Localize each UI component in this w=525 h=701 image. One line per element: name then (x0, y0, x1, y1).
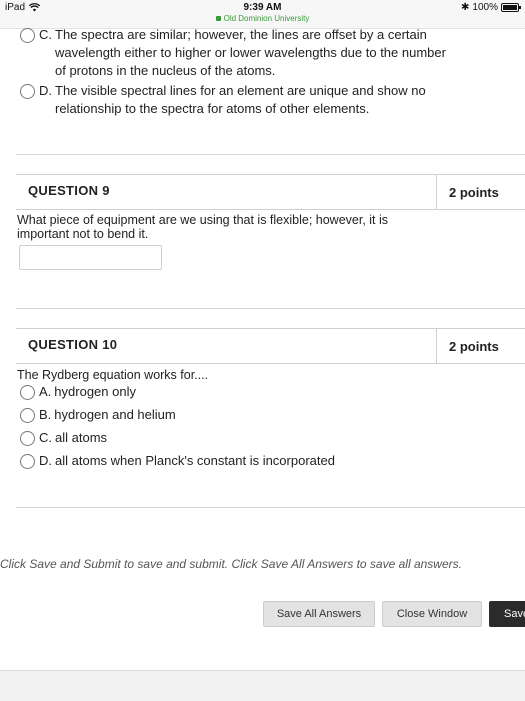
battery-icon (501, 3, 521, 12)
option-letter: A. (39, 384, 52, 399)
option-text: hydrogen and helium (54, 407, 176, 422)
radio-button[interactable] (20, 431, 35, 446)
option-letter: D. (39, 83, 52, 98)
save-all-answers-button[interactable]: Save All Answers (263, 601, 375, 627)
question-points: 2 points (449, 185, 499, 200)
bluetooth-icon: ✱ (461, 2, 470, 13)
divider (16, 154, 525, 155)
address-bar[interactable]: Old Dominion University (0, 14, 525, 23)
option-text: The visible spectral lines for an elemen… (55, 83, 426, 116)
status-bar: iPad 9:39 AM Old Dominion University ✱ 1… (0, 0, 525, 29)
option-a[interactable]: A. hydrogen only (20, 383, 440, 401)
radio-button[interactable] (20, 385, 35, 400)
option-d[interactable]: D. all atoms when Planck's constant is i… (20, 452, 460, 470)
site-name: Old Dominion University (223, 14, 310, 23)
option-letter: D. (39, 453, 52, 468)
option-text: all atoms when Planck's constant is inco… (55, 453, 335, 468)
option-c[interactable]: C. The spectra are similar; however, the… (20, 26, 460, 80)
option-letter: C. (39, 27, 52, 42)
radio-button[interactable] (20, 28, 35, 43)
option-text: all atoms (55, 430, 108, 445)
question-9-header: QUESTION 9 2 points S (16, 174, 525, 210)
option-letter: B. (39, 407, 52, 422)
radio-button[interactable] (20, 454, 35, 469)
save-and-submit-button[interactable]: Save (489, 601, 525, 627)
option-d[interactable]: D. The visible spectral lines for an ele… (20, 82, 440, 118)
option-text: The spectra are similar; however, the li… (55, 27, 446, 78)
question-10-header: QUESTION 10 2 points S (16, 328, 525, 364)
option-c[interactable]: C. all atoms (20, 429, 440, 447)
answer-input[interactable] (19, 245, 162, 270)
status-right: ✱ 100% (461, 2, 521, 13)
divider (16, 308, 525, 309)
option-letter: C. (39, 430, 52, 445)
points-box: 2 points (436, 328, 525, 364)
divider (16, 507, 525, 508)
question-text: What piece of equipment are we using tha… (17, 213, 389, 241)
radio-button[interactable] (20, 408, 35, 423)
option-b[interactable]: B. hydrogen and helium (20, 406, 440, 424)
close-window-button[interactable]: Close Window (382, 601, 482, 627)
radio-button[interactable] (20, 84, 35, 99)
option-text: hydrogen only (54, 384, 136, 399)
bottom-bar (0, 670, 525, 701)
question-text: The Rydberg equation works for.... (17, 368, 209, 382)
lock-icon (215, 16, 221, 21)
battery-percent: 100% (472, 2, 498, 13)
instructions-note: Click Save and Submit to save and submit… (0, 557, 462, 571)
status-time: 9:39 AM (243, 2, 282, 13)
question-title: QUESTION 10 (28, 337, 118, 352)
points-box: 2 points (436, 174, 525, 210)
question-title: QUESTION 9 (28, 183, 110, 198)
question-points: 2 points (449, 339, 499, 354)
